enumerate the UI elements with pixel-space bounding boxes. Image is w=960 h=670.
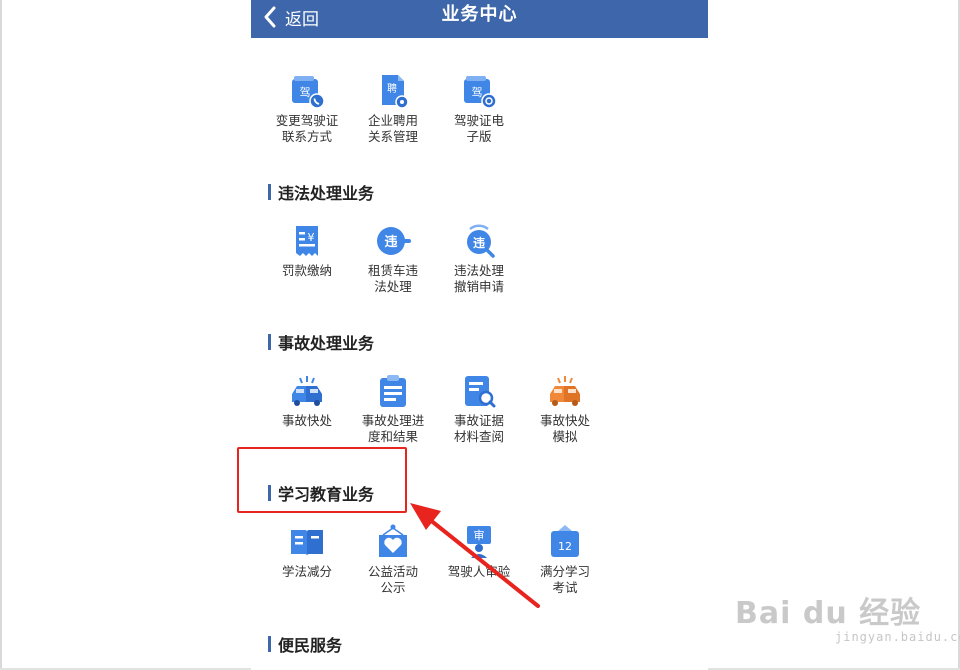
annotation-arrow [410,503,540,608]
baidu-watermark: Bai du 经验 jingyan.baidu.com [735,588,960,648]
watermark-url: jingyan.baidu.com [835,630,960,644]
watermark-logo: Bai du 经验 [735,596,922,631]
